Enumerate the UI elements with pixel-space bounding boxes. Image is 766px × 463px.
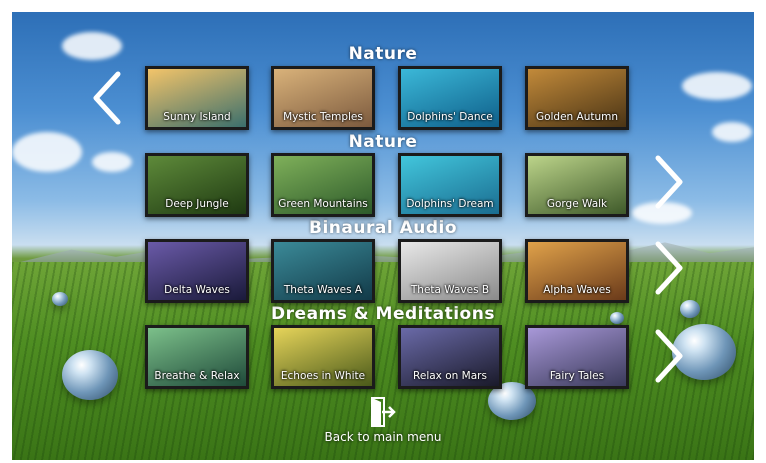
tile-label: Green Mountains [278,198,368,210]
tile-label: Fairy Tales [549,370,605,382]
tile-alpha-waves[interactable]: Alpha Waves [525,239,629,303]
chevron-right-icon [655,155,683,209]
back-to-main-menu-button[interactable]: Back to main menu [12,396,754,444]
chrome-sphere [62,350,118,400]
next-page-button-nature[interactable] [648,152,688,212]
tile-label: Dolphins' Dream [406,198,494,210]
tile-golden-autumn[interactable]: Golden Autumn [525,66,629,130]
tile-dolphins-dance[interactable]: Dolphins' Dance [398,66,502,130]
cloud [92,152,132,172]
tile-fairy-tales[interactable]: Fairy Tales [525,325,629,389]
section-title-dreams-meditations: Dreams & Meditations [271,304,495,324]
chevron-left-icon [93,71,121,125]
tile-label: Alpha Waves [543,284,611,296]
section-title-binaural-audio: Binaural Audio [309,218,457,238]
tile-label: Deep Jungle [165,198,229,210]
tile-echoes-in-white[interactable]: Echoes in White [271,325,375,389]
tile-gorge-walk[interactable]: Gorge Walk [525,153,629,217]
tile-deep-jungle[interactable]: Deep Jungle [145,153,249,217]
chevron-right-icon [655,329,683,383]
tile-label: Golden Autumn [535,111,619,123]
tile-label: Dolphins' Dance [407,111,493,123]
next-page-button-binaural[interactable] [648,238,688,298]
tile-theta-waves-a[interactable]: Theta Waves A [271,239,375,303]
tile-label: Gorge Walk [546,198,608,210]
tile-sunny-island[interactable]: Sunny Island [145,66,249,130]
tile-green-mountains[interactable]: Green Mountains [271,153,375,217]
back-label: Back to main menu [324,430,442,444]
tile-relax-on-mars[interactable]: Relax on Mars [398,325,502,389]
section-title-nature-1: Nature [348,44,418,64]
cloud [682,72,752,100]
tile-label: Breathe & Relax [154,370,240,382]
section-title-nature-2: Nature [348,132,418,152]
tile-dolphins-dream[interactable]: Dolphins' Dream [398,153,502,217]
tile-delta-waves[interactable]: Delta Waves [145,239,249,303]
tile-label: Theta Waves B [410,284,490,296]
mountains [12,242,754,264]
prev-page-button[interactable] [88,68,128,128]
tile-label: Theta Waves A [283,284,363,296]
tile-breathe-relax[interactable]: Breathe & Relax [145,325,249,389]
tile-label: Delta Waves [164,284,230,296]
tile-label: Relax on Mars [413,370,487,382]
tile-theta-waves-b[interactable]: Theta Waves B [398,239,502,303]
tile-mystic-temples[interactable]: Mystic Temples [271,66,375,130]
chevron-right-icon [655,241,683,295]
tile-label: Echoes in White [280,370,366,382]
vr-menu-scene: Nature Nature Binaural Audio Dreams & Me… [12,12,754,460]
tile-label: Mystic Temples [283,111,363,123]
exit-door-icon [371,397,396,427]
tile-label: Sunny Island [163,111,231,123]
next-page-button-dreams[interactable] [648,326,688,386]
